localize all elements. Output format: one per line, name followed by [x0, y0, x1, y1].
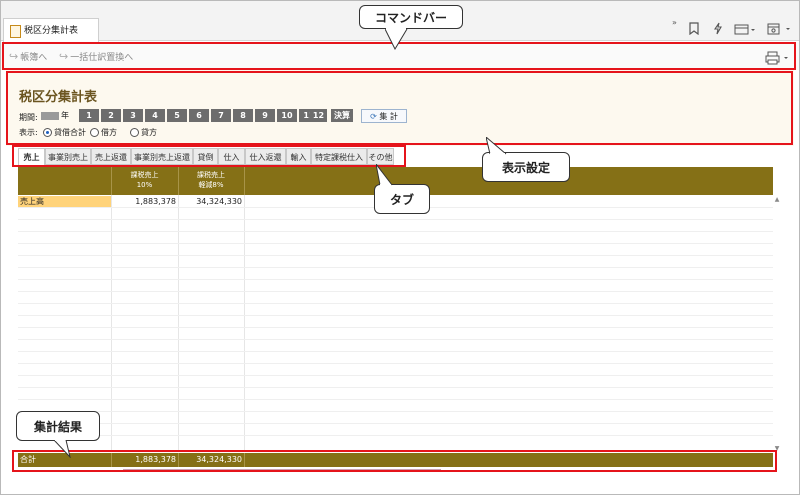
- document-icon: [10, 25, 21, 38]
- column-header-taxable-sales-8: 課税売上 軽減8%: [178, 170, 244, 190]
- scroll-up-icon[interactable]: ▲: [774, 196, 780, 203]
- column-header-line1: 課税売上: [130, 171, 159, 179]
- cell-sales-10[interactable]: 1,883,378: [112, 196, 176, 207]
- column-header-line1: 課税売上: [197, 171, 225, 179]
- callout-command-bar: コマンドバー: [359, 5, 463, 29]
- grid-row-line: [18, 363, 773, 364]
- callout-totals: 集計結果: [16, 411, 100, 441]
- row-label-sales[interactable]: 売上高: [18, 196, 111, 207]
- document-tab-label: 税区分集計表: [24, 26, 79, 36]
- lightning-icon[interactable]: [712, 22, 724, 39]
- header-divider: [111, 167, 112, 195]
- callout-tail: [52, 439, 78, 462]
- grid-row-line: [18, 231, 773, 232]
- grid-row-line: [18, 399, 773, 400]
- grid-row-line: [18, 267, 773, 268]
- column-header-line2: 軽減8%: [198, 181, 224, 189]
- grid-row-line: [18, 423, 773, 424]
- grid-row-line: [18, 387, 773, 388]
- callout-tail: [384, 28, 411, 54]
- grid-row-line: [18, 315, 773, 316]
- settings-menu-icon[interactable]: [765, 22, 793, 39]
- header-divider: [178, 167, 179, 195]
- overflow-chevron-icon[interactable]: »: [672, 15, 677, 31]
- grid-row-line: [18, 411, 773, 412]
- bookmark-icon[interactable]: [688, 22, 700, 39]
- grid-row-line: [18, 243, 773, 244]
- grid-row-line: [18, 279, 773, 280]
- column-header-taxable-sales-10: 課税売上 10%: [111, 170, 178, 190]
- callout-tail: [375, 163, 398, 190]
- grid-row-line: [18, 255, 773, 256]
- grid-row-line: [18, 327, 773, 328]
- display-settings-highlight: [6, 71, 793, 145]
- grid-row-line: [18, 291, 773, 292]
- grid-row-line: [18, 219, 773, 220]
- grid-row-line: [18, 351, 773, 352]
- vertical-scrollbar[interactable]: ▲ ▼: [774, 196, 780, 452]
- header-divider: [244, 167, 245, 195]
- grid-row-line: [18, 435, 773, 436]
- callout-tail: [485, 135, 512, 159]
- tabs-highlight: [12, 145, 406, 167]
- cell-sales-8[interactable]: 34,324,330: [179, 196, 242, 207]
- totals-highlight: [12, 450, 777, 472]
- grid-row-line: [18, 339, 773, 340]
- grid-row-line: [18, 303, 773, 304]
- window-layout-icon[interactable]: [733, 23, 757, 39]
- column-header-line2: 10%: [136, 181, 153, 189]
- document-tab[interactable]: 税区分集計表: [3, 18, 99, 42]
- grid-row-line: [18, 375, 773, 376]
